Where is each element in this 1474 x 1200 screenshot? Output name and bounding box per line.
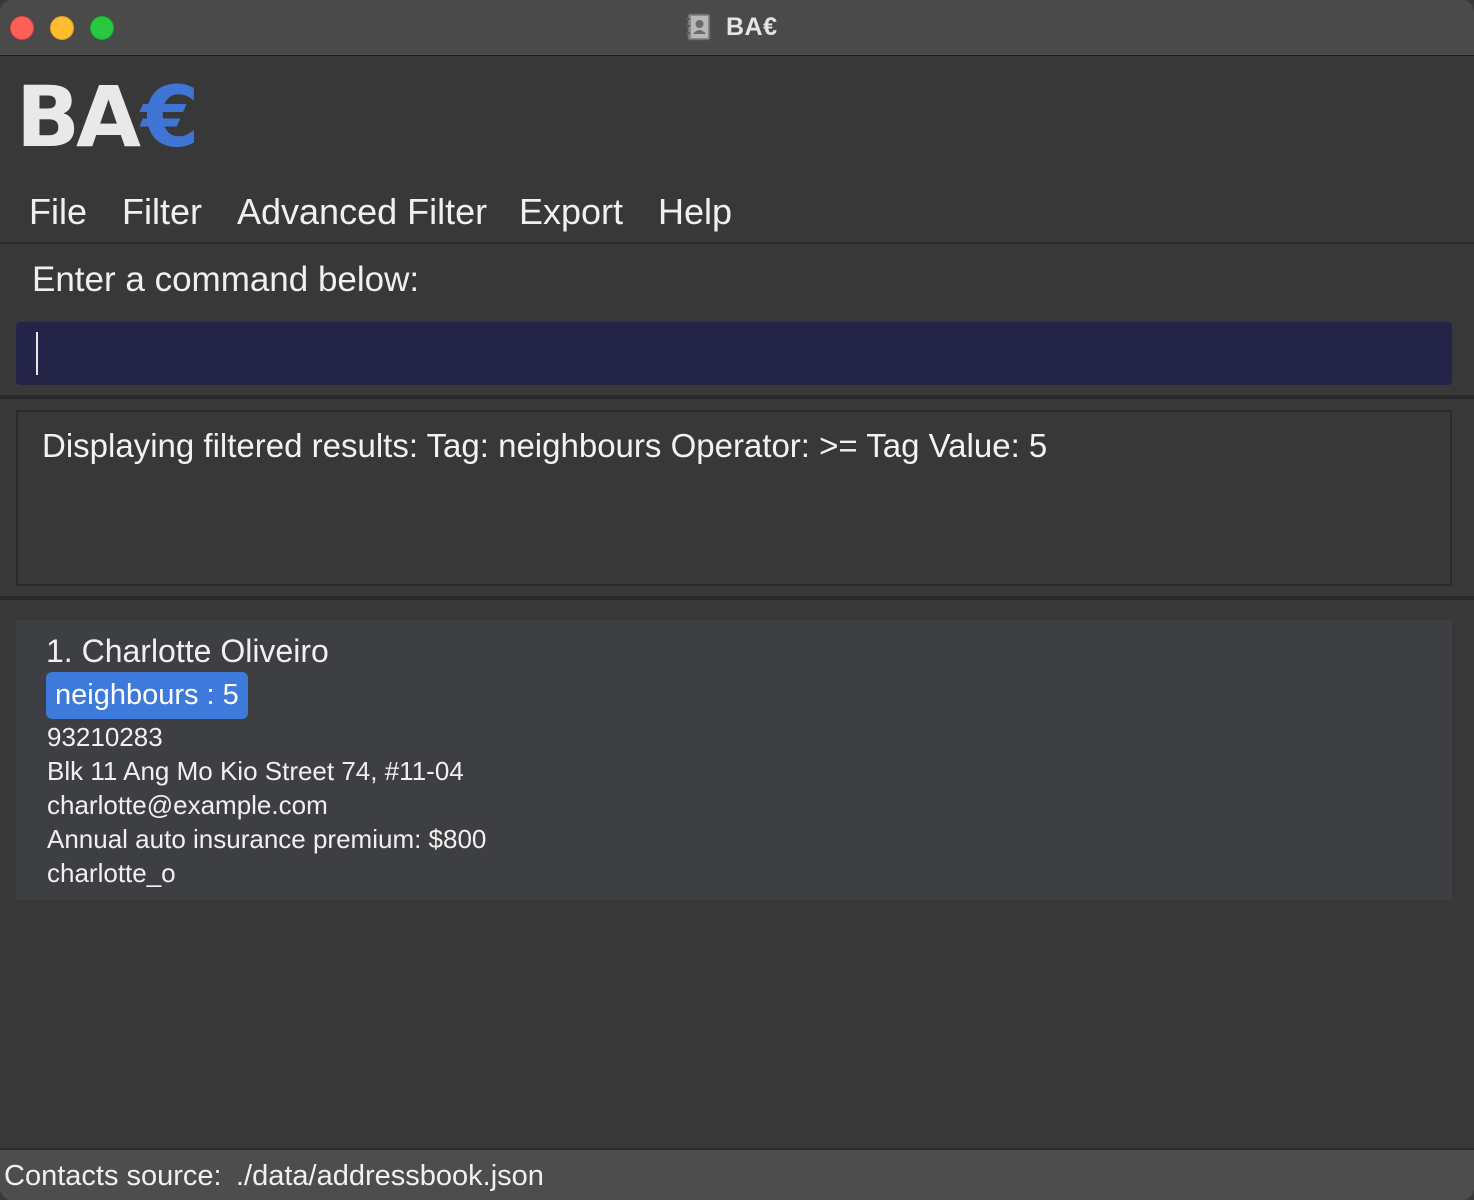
person-tag: neighbours : 5: [46, 672, 248, 719]
close-window-button[interactable]: [10, 16, 34, 40]
divider: [0, 395, 1474, 399]
app-logo: BA €: [16, 68, 200, 166]
logo-euro-text: €: [141, 68, 199, 166]
menu-export[interactable]: Export: [519, 192, 623, 232]
menu-bar: File Filter Advanced Filter Export Help: [0, 182, 1474, 244]
result-message: Displaying filtered results: Tag: neighb…: [42, 427, 1048, 464]
minimize-window-button[interactable]: [50, 16, 74, 40]
logo-main-text: BA: [16, 68, 141, 166]
app-window: BA€ BA € File Filter Advanced Filter Expo…: [0, 0, 1474, 1200]
status-source-label: Contacts source:: [4, 1160, 222, 1192]
address-book-icon: [686, 13, 711, 41]
menu-advanced-filter[interactable]: Advanced Filter: [237, 192, 487, 232]
menu-filter[interactable]: Filter: [122, 192, 202, 232]
result-display: Displaying filtered results: Tag: neighb…: [16, 410, 1452, 586]
status-bar: Contacts source: ./data/addressbook.json: [0, 1148, 1474, 1200]
command-input[interactable]: [16, 322, 1452, 385]
divider: [0, 596, 1474, 600]
text-caret: [36, 332, 38, 375]
person-address: Blk 11 Ang Mo Kio Street 74, #11-04: [47, 756, 464, 786]
command-prompt-label: Enter a command below:: [32, 260, 420, 299]
person-card[interactable]: 1. Charlotte Oliveiro neighbours : 5 932…: [16, 620, 1452, 900]
menu-file[interactable]: File: [29, 192, 87, 232]
person-phone: 93210283: [47, 722, 163, 752]
person-username: charlotte_o: [47, 858, 176, 888]
status-source-path: ./data/addressbook.json: [236, 1160, 544, 1192]
title-bar: BA€: [0, 0, 1474, 56]
person-note: Annual auto insurance premium: $800: [47, 824, 487, 854]
person-name: 1. Charlotte Oliveiro: [46, 633, 329, 669]
window-title: BA€: [726, 12, 778, 41]
person-email: charlotte@example.com: [47, 790, 328, 820]
maximize-window-button[interactable]: [90, 16, 114, 40]
window-title-group: BA€: [684, 10, 778, 44]
menu-help[interactable]: Help: [658, 192, 732, 232]
